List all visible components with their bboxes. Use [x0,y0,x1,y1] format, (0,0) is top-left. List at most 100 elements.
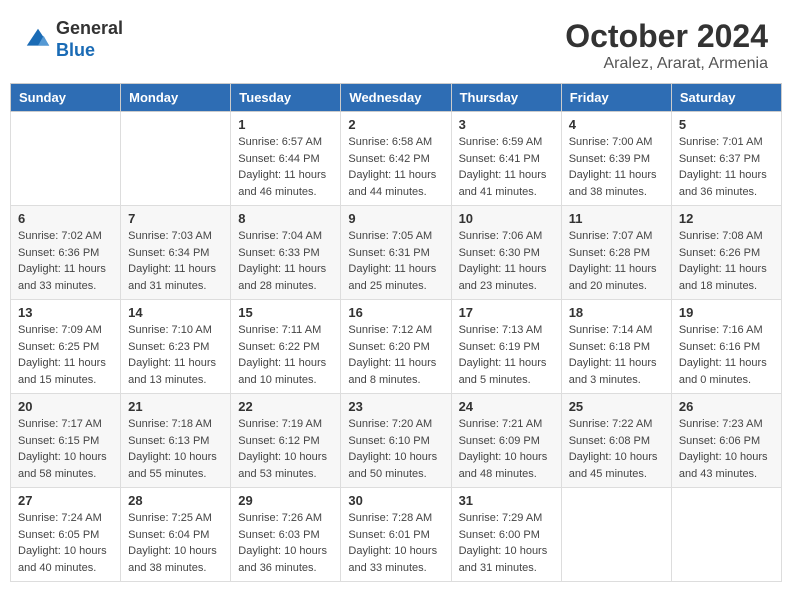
day-number: 3 [459,117,554,132]
calendar-cell: 19 Sunrise: 7:16 AM Sunset: 6:16 PM Dayli… [671,300,781,394]
calendar-day-header: Wednesday [341,84,451,112]
day-info: Sunrise: 7:23 AM Sunset: 6:06 PM Dayligh… [679,416,774,482]
calendar-cell: 1 Sunrise: 6:57 AM Sunset: 6:44 PM Daylig… [231,112,341,206]
day-number: 1 [238,117,333,132]
calendar-day-header: Thursday [451,84,561,112]
calendar-cell: 11 Sunrise: 7:07 AM Sunset: 6:28 PM Dayli… [561,206,671,300]
day-info: Sunrise: 7:16 AM Sunset: 6:16 PM Dayligh… [679,322,774,388]
calendar-cell: 25Sunrise: 7:22 AM Sunset: 6:08 PM Dayli… [561,394,671,488]
calendar-cell: 30Sunrise: 7:28 AM Sunset: 6:01 PM Dayli… [341,488,451,582]
day-info: Sunrise: 7:01 AM Sunset: 6:37 PM Dayligh… [679,134,774,200]
day-info: Sunrise: 7:26 AM Sunset: 6:03 PM Dayligh… [238,510,333,576]
day-info: Sunrise: 7:24 AM Sunset: 6:05 PM Dayligh… [18,510,113,576]
logo: General Blue [24,18,123,61]
day-number: 31 [459,493,554,508]
page-subtitle: Aralez, Ararat, Armenia [565,55,768,73]
day-number: 19 [679,305,774,320]
day-number: 6 [18,211,113,226]
calendar-cell: 18 Sunrise: 7:14 AM Sunset: 6:18 PM Dayli… [561,300,671,394]
calendar-week-row: 13 Sunrise: 7:09 AM Sunset: 6:25 PM Dayli… [11,300,782,394]
logo-text: General Blue [56,18,123,61]
calendar-header-row: SundayMondayTuesdayWednesdayThursdayFrid… [11,84,782,112]
logo-general: General [56,18,123,38]
calendar-cell: 5 Sunrise: 7:01 AM Sunset: 6:37 PM Daylig… [671,112,781,206]
header: General Blue October 2024 Aralez, Ararat… [0,0,792,83]
day-info: Sunrise: 7:13 AM Sunset: 6:19 PM Dayligh… [459,322,554,388]
calendar-cell: 23 Sunrise: 7:20 AM Sunset: 6:10 PM Dayli… [341,394,451,488]
calendar-cell [11,112,121,206]
calendar-cell: 10Sunrise: 7:06 AM Sunset: 6:30 PM Dayli… [451,206,561,300]
day-info: Sunrise: 7:06 AM Sunset: 6:30 PM Dayligh… [459,228,554,294]
calendar-cell [671,488,781,582]
calendar-cell: 26 Sunrise: 7:23 AM Sunset: 6:06 PM Dayli… [671,394,781,488]
calendar-cell: 15 Sunrise: 7:11 AM Sunset: 6:22 PM Dayli… [231,300,341,394]
calendar-table: SundayMondayTuesdayWednesdayThursdayFrid… [10,83,782,582]
day-number: 23 [348,399,443,414]
day-number: 11 [569,211,664,226]
day-number: 14 [128,305,223,320]
calendar-cell [121,112,231,206]
day-number: 7 [128,211,223,226]
calendar-day-header: Sunday [11,84,121,112]
day-info: Sunrise: 7:00 AM Sunset: 6:39 PM Dayligh… [569,134,664,200]
day-info: Sunrise: 7:09 AM Sunset: 6:25 PM Dayligh… [18,322,113,388]
day-info: Sunrise: 7:29 AM Sunset: 6:00 PM Dayligh… [459,510,554,576]
day-number: 27 [18,493,113,508]
day-info: Sunrise: 7:21 AM Sunset: 6:09 PM Dayligh… [459,416,554,482]
calendar-cell: 12 Sunrise: 7:08 AM Sunset: 6:26 PM Dayli… [671,206,781,300]
calendar-cell [561,488,671,582]
day-number: 29 [238,493,333,508]
day-info: Sunrise: 7:08 AM Sunset: 6:26 PM Dayligh… [679,228,774,294]
calendar-cell: 28Sunrise: 7:25 AM Sunset: 6:04 PM Dayli… [121,488,231,582]
day-info: Sunrise: 7:03 AM Sunset: 6:34 PM Dayligh… [128,228,223,294]
day-info: Sunrise: 7:10 AM Sunset: 6:23 PM Dayligh… [128,322,223,388]
calendar-cell: 20 Sunrise: 7:17 AM Sunset: 6:15 PM Dayli… [11,394,121,488]
calendar-week-row: 6 Sunrise: 7:02 AM Sunset: 6:36 PM Daylig… [11,206,782,300]
calendar-cell: 21Sunrise: 7:18 AM Sunset: 6:13 PM Dayli… [121,394,231,488]
calendar-cell: 9 Sunrise: 7:05 AM Sunset: 6:31 PM Daylig… [341,206,451,300]
day-info: Sunrise: 6:59 AM Sunset: 6:41 PM Dayligh… [459,134,554,200]
page-title: October 2024 [565,18,768,55]
calendar-cell: 3 Sunrise: 6:59 AM Sunset: 6:41 PM Daylig… [451,112,561,206]
day-number: 12 [679,211,774,226]
day-number: 21 [128,399,223,414]
calendar-day-header: Saturday [671,84,781,112]
day-info: Sunrise: 7:05 AM Sunset: 6:31 PM Dayligh… [348,228,443,294]
day-number: 5 [679,117,774,132]
calendar-cell: 8 Sunrise: 7:04 AM Sunset: 6:33 PM Daylig… [231,206,341,300]
logo-blue: Blue [56,40,95,60]
day-info: Sunrise: 7:11 AM Sunset: 6:22 PM Dayligh… [238,322,333,388]
day-info: Sunrise: 6:57 AM Sunset: 6:44 PM Dayligh… [238,134,333,200]
calendar-cell: 7 Sunrise: 7:03 AM Sunset: 6:34 PM Daylig… [121,206,231,300]
calendar-cell: 17Sunrise: 7:13 AM Sunset: 6:19 PM Dayli… [451,300,561,394]
calendar-cell: 14 Sunrise: 7:10 AM Sunset: 6:23 PM Dayli… [121,300,231,394]
calendar-week-row: 20 Sunrise: 7:17 AM Sunset: 6:15 PM Dayli… [11,394,782,488]
day-number: 8 [238,211,333,226]
calendar-cell: 31 Sunrise: 7:29 AM Sunset: 6:00 PM Dayli… [451,488,561,582]
calendar-week-row: 27 Sunrise: 7:24 AM Sunset: 6:05 PM Dayli… [11,488,782,582]
day-number: 18 [569,305,664,320]
day-number: 15 [238,305,333,320]
day-info: Sunrise: 7:17 AM Sunset: 6:15 PM Dayligh… [18,416,113,482]
day-number: 16 [348,305,443,320]
calendar-day-header: Friday [561,84,671,112]
day-number: 4 [569,117,664,132]
day-info: Sunrise: 7:14 AM Sunset: 6:18 PM Dayligh… [569,322,664,388]
day-number: 13 [18,305,113,320]
day-info: Sunrise: 7:20 AM Sunset: 6:10 PM Dayligh… [348,416,443,482]
day-info: Sunrise: 6:58 AM Sunset: 6:42 PM Dayligh… [348,134,443,200]
day-info: Sunrise: 7:02 AM Sunset: 6:36 PM Dayligh… [18,228,113,294]
day-info: Sunrise: 7:12 AM Sunset: 6:20 PM Dayligh… [348,322,443,388]
logo-icon [24,26,52,54]
calendar-cell: 22Sunrise: 7:19 AM Sunset: 6:12 PM Dayli… [231,394,341,488]
day-number: 20 [18,399,113,414]
calendar-day-header: Tuesday [231,84,341,112]
day-number: 9 [348,211,443,226]
calendar-cell: 4 Sunrise: 7:00 AM Sunset: 6:39 PM Daylig… [561,112,671,206]
day-number: 26 [679,399,774,414]
day-info: Sunrise: 7:07 AM Sunset: 6:28 PM Dayligh… [569,228,664,294]
day-info: Sunrise: 7:04 AM Sunset: 6:33 PM Dayligh… [238,228,333,294]
day-number: 30 [348,493,443,508]
calendar-cell: 29 Sunrise: 7:26 AM Sunset: 6:03 PM Dayli… [231,488,341,582]
calendar-cell: 24Sunrise: 7:21 AM Sunset: 6:09 PM Dayli… [451,394,561,488]
